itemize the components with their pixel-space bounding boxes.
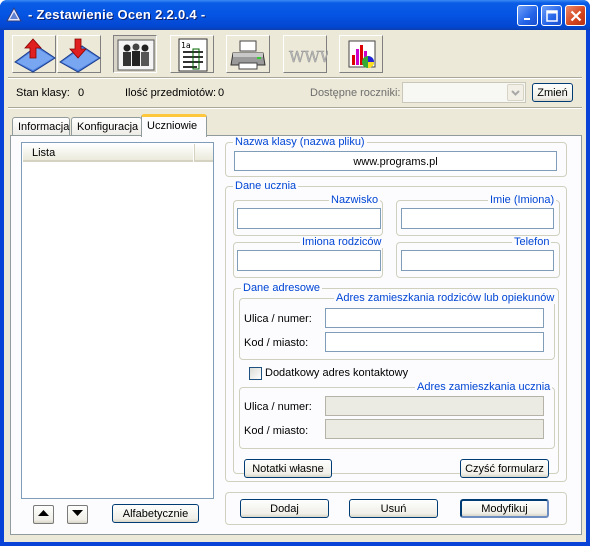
toolbar-download-button[interactable] [57, 35, 101, 73]
modify-button[interactable]: Modyfikuj [460, 499, 549, 518]
tab-uczniowie[interactable]: Uczniowie [141, 114, 207, 137]
address-legend: Dane adresowe [241, 282, 323, 294]
close-icon [570, 10, 582, 22]
move-up-button[interactable] [33, 505, 54, 524]
separator [8, 107, 582, 109]
sort-alphabetically-button[interactable]: Alfabetycznie [112, 504, 199, 523]
subjects-value: 0 [218, 87, 225, 99]
students-icon [117, 39, 155, 71]
class-state-value: 0 [78, 87, 85, 99]
class-name-value: www.programs.pl [353, 156, 438, 168]
grade-table-icon: 1a [178, 38, 208, 72]
phone-field[interactable] [401, 250, 554, 271]
notes-button[interactable]: Notatki własne [244, 459, 332, 478]
parents-names-legend: Imiona rodziców [300, 236, 384, 248]
remove-button[interactable]: Usuń [349, 499, 438, 518]
svg-text:WWW: WWW [289, 48, 328, 66]
toolbar-grades-button[interactable]: 1a [170, 35, 214, 73]
arrow-down-icon [72, 510, 83, 516]
class-state-label: Stan klasy: [16, 87, 70, 99]
minimize-icon [524, 18, 530, 20]
app-window: - Zestawienie Ocen 2.2.0.4 - 1a WWW Stan… [0, 0, 590, 546]
extra-contact-checkbox[interactable] [249, 367, 262, 380]
tab-informacja[interactable]: Informacja [12, 117, 70, 136]
first-names-field[interactable] [401, 208, 554, 229]
arrow-up-icon [38, 510, 49, 516]
app-icon [6, 6, 22, 22]
toolbar-upload-button[interactable] [12, 35, 56, 73]
toolbar-web-button[interactable]: WWW [283, 35, 328, 73]
student-data-legend: Dane ucznia [233, 180, 299, 192]
phone-legend: Telefon [512, 236, 552, 248]
minimize-button[interactable] [517, 5, 538, 26]
list-header-filler [194, 144, 213, 162]
combo-arrow-button[interactable] [507, 84, 524, 101]
student-city-label: Kod / miasto: [244, 425, 309, 437]
toolbar-print-button[interactable] [226, 35, 270, 73]
student-street-field[interactable] [325, 396, 544, 416]
students-list[interactable]: Lista [21, 142, 214, 499]
chevron-down-icon [511, 90, 520, 96]
student-city-field[interactable] [325, 419, 544, 439]
svg-text:1a: 1a [181, 41, 191, 50]
student-address-legend: Adres zamieszkania ucznia [415, 381, 553, 393]
maximize-icon [546, 10, 558, 22]
move-down-button[interactable] [67, 505, 88, 524]
student-street-label: Ulica / numer: [244, 401, 312, 413]
maximize-button[interactable] [541, 5, 562, 26]
years-combo[interactable] [402, 82, 526, 103]
extra-contact-label[interactable]: Dodatkowy adres kontaktowy [265, 367, 408, 379]
class-name-legend: Nazwa klasy (nazwa pliku) [233, 136, 367, 148]
chart-icon [348, 40, 376, 68]
title-bar[interactable]: - Zestawienie Ocen 2.2.0.4 - [0, 0, 590, 30]
toolbar-chart-button[interactable] [339, 35, 383, 73]
parents-street-label: Ulica / numer: [244, 313, 312, 325]
separator [8, 77, 582, 79]
download-icon [59, 38, 101, 73]
subjects-label: Ilość przedmiotów: [125, 87, 217, 99]
parents-street-field[interactable] [325, 308, 544, 328]
client-area: 1a WWW Stan klasy: 0 Ilość przedmiotów: … [4, 30, 586, 542]
web-icon: WWW [289, 48, 328, 67]
list-header-column[interactable]: Lista [23, 144, 193, 162]
toolbar-students-button[interactable] [113, 35, 157, 73]
parents-city-label: Kod / miasto: [244, 337, 309, 349]
window-title: - Zestawienie Ocen 2.2.0.4 - [28, 7, 206, 22]
first-names-legend: Imie (Imiona) [488, 194, 557, 206]
tab-konfiguracja[interactable]: Konfiguracja [71, 117, 142, 136]
printer-icon [230, 40, 266, 70]
upload-icon [14, 38, 56, 73]
close-button[interactable] [565, 5, 586, 26]
add-button[interactable]: Dodaj [240, 499, 329, 518]
class-name-field[interactable]: www.programs.pl [234, 151, 557, 171]
surname-legend: Nazwisko [329, 194, 381, 206]
change-button[interactable]: Zmień [532, 83, 573, 102]
years-label: Dostępne roczniki: [310, 87, 401, 99]
parents-city-field[interactable] [325, 332, 544, 352]
parents-names-field[interactable] [237, 250, 381, 271]
parents-address-legend: Adres zamieszkania rodziców lub opiekunó… [334, 292, 557, 304]
list-header-label: Lista [32, 147, 56, 159]
clear-form-button[interactable]: Czyść formularz [460, 459, 549, 478]
surname-field[interactable] [237, 208, 381, 229]
